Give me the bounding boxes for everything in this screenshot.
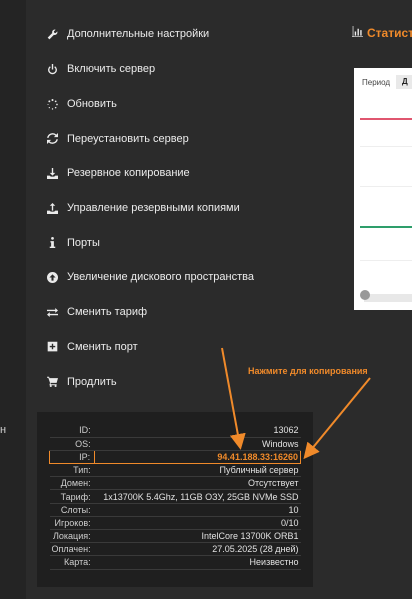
menu-item-advanced-settings[interactable]: Дополнительные настройки (26, 16, 340, 52)
info-value: Отсутствует (94, 476, 301, 491)
info-row-os: OS: Windows (49, 437, 301, 451)
menu-item-ports[interactable]: Порты (26, 225, 340, 260)
info-row-players: Игроков: 0/10 (49, 516, 301, 531)
info-key: Тип: (49, 463, 95, 478)
info-key: Локация: (49, 529, 95, 544)
info-row-map: Карта: Неизвестно (49, 555, 301, 570)
upload-icon (46, 202, 58, 214)
refresh-icon (46, 133, 58, 145)
info-row-domain: Домен: Отсутствует (49, 476, 301, 491)
info-row-paid: Оплачен: 27.05.2025 (28 дней) (49, 542, 301, 557)
info-value: 27.05.2025 (28 дней) (94, 542, 301, 557)
period-label: Период (362, 78, 391, 87)
menu-item-label: Переустановить сервер (67, 132, 189, 145)
info-value: Windows (94, 437, 301, 451)
info-value: IntelCore 13700K ORB1 (94, 529, 301, 544)
info-key: Домен: (49, 476, 95, 491)
bar-chart-icon (352, 26, 363, 40)
info-row-id: ID: 13062 (49, 424, 301, 438)
info-key: OS: (49, 437, 95, 451)
download-icon (46, 167, 58, 179)
menu-item-change-tariff[interactable]: Сменить тариф (26, 295, 340, 330)
menu-item-refresh[interactable]: Обновить (26, 87, 340, 122)
power-icon (46, 63, 58, 75)
range-slider-handle[interactable] (360, 290, 370, 300)
range-slider-track[interactable] (364, 294, 412, 302)
menu-item-label: Обновить (67, 98, 117, 111)
left-strip: н (0, 0, 26, 599)
info-key: Оплачен: (49, 542, 95, 557)
menu-item-increase-disk[interactable]: Увеличение дискового пространства (26, 260, 340, 295)
grid-line (360, 146, 412, 147)
info-key: Слоты: (49, 503, 95, 517)
menu-item-label: Порты (67, 236, 100, 249)
plus-square-icon (46, 341, 58, 353)
info-value: Неизвестно (94, 555, 301, 570)
info-value: 1x13700K 5.4Ghz, 11GB ОЗУ, 25GB NVMe SSD (94, 489, 301, 504)
wrench-icon (46, 28, 58, 40)
server-info-panel: ID: 13062 OS: Windows IP: 94.41.188.33:1626… (37, 412, 313, 587)
info-value: 13062 (94, 424, 301, 438)
info-key: ID: (49, 424, 95, 438)
info-icon (46, 237, 58, 249)
statistics-title: Статист (352, 26, 412, 40)
grid-line (360, 186, 412, 187)
menu-item-backup[interactable]: Резервное копирование (26, 156, 340, 191)
series-line-green (360, 226, 412, 228)
grid-line (360, 260, 412, 261)
menu-item-label: Увеличение дискового пространства (67, 271, 254, 284)
info-value: Публичный сервер (94, 463, 301, 478)
info-row-type: Тип: Публичный сервер (49, 463, 301, 478)
exchange-icon (46, 306, 58, 318)
menu-item-manage-backups[interactable]: Управление резервными копиями (26, 191, 340, 226)
info-row-location: Локация: IntelCore 13700K ORB1 (49, 529, 301, 544)
menu-item-label: Дополнительные настройки (67, 28, 210, 40)
spinner-icon (46, 98, 58, 110)
menu-item-label: Продлить (67, 375, 117, 388)
info-key: Тариф: (49, 489, 95, 504)
cart-icon (46, 376, 58, 388)
menu-item-label: Резервное копирование (67, 167, 190, 180)
info-key: IP: (48, 449, 96, 465)
menu-item-start-server[interactable]: Включить сервер (26, 52, 340, 87)
statistics-title-text: Статист (367, 26, 412, 40)
statistics-card: Период Д (354, 68, 412, 310)
menu-item-label: Сменить порт (67, 340, 138, 353)
menu-item-label: Сменить тариф (67, 306, 148, 319)
info-value: 10 (94, 503, 301, 517)
ip-address-copy[interactable]: 94.41.188.33:16260 (94, 449, 301, 465)
menu-item-reinstall-server[interactable]: Переустановить сервер (26, 121, 340, 156)
info-row-tariff: Тариф: 1x13700K 5.4Ghz, 11GB ОЗУ, 25GB NV… (49, 489, 301, 504)
info-value: 0/10 (94, 516, 301, 531)
info-row-ip[interactable]: IP: 94.41.188.33:16260 (48, 449, 301, 465)
info-row-slots: Слоты: 10 (49, 503, 301, 517)
server-info-table: ID: 13062 OS: Windows IP: 94.41.188.33:1626… (48, 424, 301, 570)
copy-hint: Нажмите для копирования (248, 366, 368, 376)
menu-item-label: Включить сервер (67, 63, 156, 76)
server-actions-menu: Дополнительные настройки Включить сервер… (26, 0, 340, 399)
arrow-up-circle-icon (46, 271, 58, 283)
series-line-pink (360, 118, 412, 120)
period-tab[interactable]: Д (396, 75, 412, 89)
info-key: Игроков: (49, 516, 95, 531)
menu-item-label: Управление резервными копиями (67, 202, 240, 215)
menu-item-change-port[interactable]: Сменить порт (26, 330, 340, 365)
info-key: Карта: (49, 555, 95, 570)
left-edge-text: н (0, 424, 7, 436)
